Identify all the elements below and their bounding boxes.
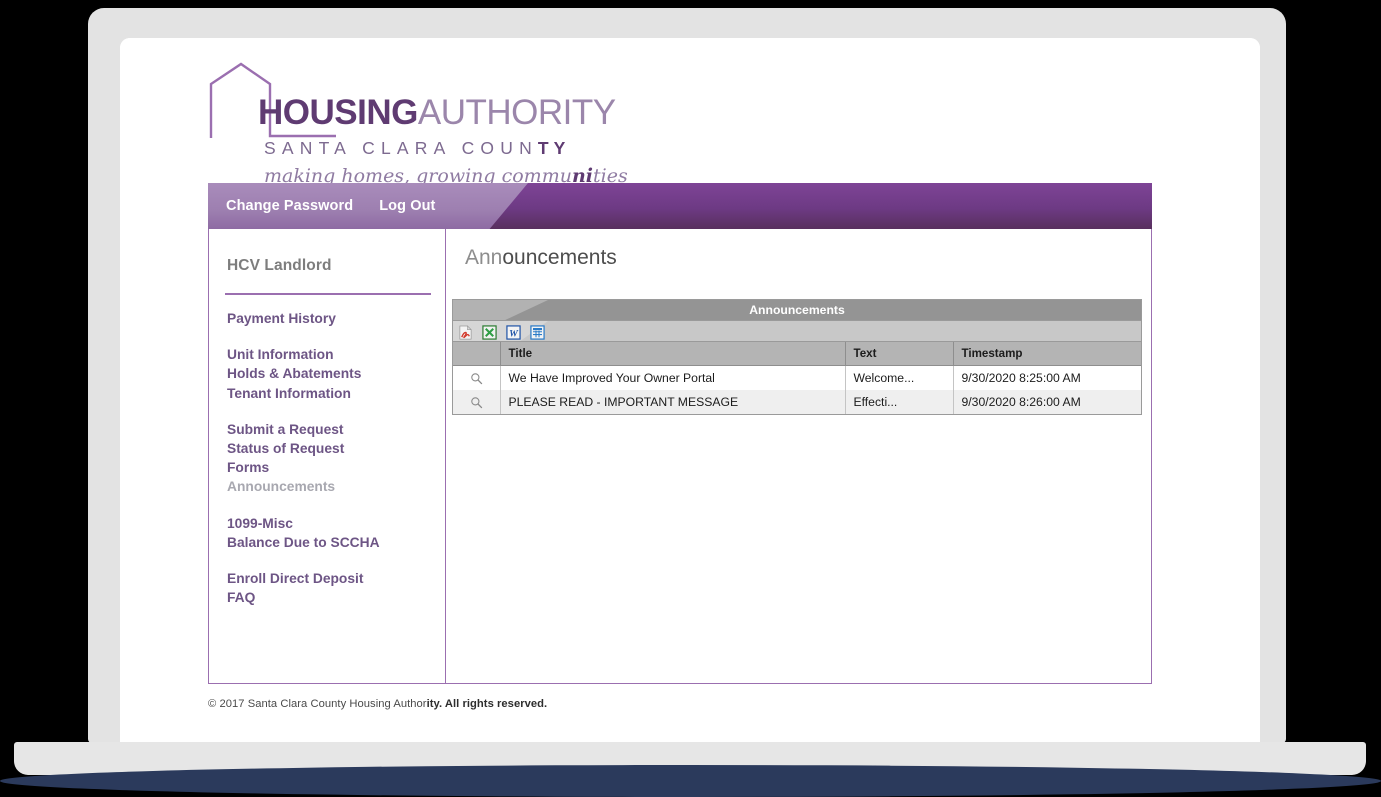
sidebar-item-submit-a-request[interactable]: Submit a Request (227, 420, 437, 439)
sidebar-group-spacer (227, 552, 437, 569)
cell-timestamp: 9/30/2020 8:25:00 AM (953, 365, 1141, 390)
sidebar-divider (225, 293, 431, 295)
export-grid-icon[interactable] (530, 324, 545, 340)
nav-item-log-out[interactable]: Log Out (379, 198, 435, 214)
sidebar-item-faq[interactable]: FAQ (227, 588, 437, 607)
cell-title: PLEASE READ - IMPORTANT MESSAGE (500, 390, 846, 414)
grid-export-toolbar: W (453, 320, 1141, 342)
laptop-frame: HOUSINGAUTHORITY SANTA CLARA COUNTY maki… (88, 8, 1286, 743)
cell-text: Welcome... (845, 365, 954, 390)
site-logo: HOUSINGAUTHORITY SANTA CLARA COUNTY maki… (208, 62, 628, 187)
sidebar-item-forms[interactable]: Forms (227, 458, 437, 477)
export-icon-group: W (453, 321, 1141, 341)
table-row: We Have Improved Your Owner Portal Welco… (453, 365, 1141, 390)
page-title: Announcements (465, 247, 617, 268)
portal-page: HOUSINGAUTHORITY SANTA CLARA COUNTY maki… (120, 38, 1260, 743)
table-header-row: Title Text Timestamp (453, 342, 1141, 366)
search-icon[interactable] (470, 396, 483, 409)
sidebar-item-unit-information[interactable]: Unit Information (227, 345, 437, 364)
cell-text: Effecti... (845, 390, 954, 414)
sidebar-group-spacer (227, 403, 437, 420)
column-header-timestamp[interactable]: Timestamp (953, 342, 1141, 366)
grid-caption-text: Announcements (749, 303, 845, 317)
sidebar-item-enroll-direct-deposit[interactable]: Enroll Direct Deposit (227, 569, 437, 588)
export-pdf-icon[interactable] (458, 324, 473, 340)
logo-word-housing: HOUSING (258, 93, 418, 132)
sidebar-item-1099-misc[interactable]: 1099-Misc (227, 514, 437, 533)
search-icon[interactable] (470, 372, 483, 385)
footer-copyright: © 2017 Santa Clara County Housing Author… (208, 698, 547, 710)
sidebar-item-announcements[interactable]: Announcements (227, 477, 437, 496)
page-title-suffix: ouncements (502, 246, 617, 269)
content-panel: Announcements Announcements W Title Text… (446, 229, 1152, 684)
laptop-screen: HOUSINGAUTHORITY SANTA CLARA COUNTY maki… (120, 38, 1260, 743)
table-row: PLEASE READ - IMPORTANT MESSAGE Effecti.… (453, 390, 1141, 414)
navbar-links: Change Password Log Out (226, 183, 435, 229)
grid-caption-bar: Announcements (453, 300, 1141, 320)
footer-text-part-1: © 2017 Santa Clara County Housing Author (208, 698, 427, 710)
top-navigation-bar: Change Password Log Out (208, 183, 1152, 229)
sidebar-group-spacer (227, 328, 437, 345)
column-header-action (453, 342, 501, 366)
cell-title: We Have Improved Your Owner Portal (500, 365, 846, 390)
nav-item-change-password[interactable]: Change Password (226, 198, 353, 214)
sidebar-item-payment-history[interactable]: Payment History (227, 309, 437, 328)
svg-text:W: W (509, 328, 519, 339)
sidebar: HCV Landlord Payment History Unit Inform… (208, 229, 446, 684)
sidebar-item-tenant-information[interactable]: Tenant Information (227, 384, 437, 403)
sidebar-item-balance-due-to-sccha[interactable]: Balance Due to SCCHA (227, 533, 437, 552)
column-header-text[interactable]: Text (845, 342, 954, 366)
row-action-cell (453, 390, 501, 414)
sidebar-item-holds-abatements[interactable]: Holds & Abatements (227, 364, 437, 383)
footer-text-part-2: ity. All rights reserved. (426, 698, 548, 710)
logo-county-line: SANTA CLARA COUNTY (264, 138, 570, 159)
export-excel-icon[interactable] (482, 324, 497, 340)
laptop-shadow (0, 765, 1381, 797)
logo-county-text-bold: TY (537, 138, 571, 158)
logo-word-authority: AUTHORITY (417, 93, 616, 132)
export-word-icon[interactable]: W (506, 324, 521, 340)
sidebar-menu: Payment History Unit Information Holds &… (227, 309, 437, 607)
logo-county-text: SANTA CLARA COUN (264, 138, 538, 158)
logo-wordmark: HOUSINGAUTHORITY (258, 95, 616, 130)
announcements-grid: Announcements W Title Text Timestamp We … (452, 299, 1142, 415)
page-title-prefix: Ann (465, 246, 503, 269)
sidebar-item-status-of-request[interactable]: Status of Request (227, 439, 437, 458)
column-header-title[interactable]: Title (500, 342, 846, 366)
sidebar-group-spacer (227, 497, 437, 514)
announcements-table: Title Text Timestamp We Have Improved Yo… (453, 342, 1141, 414)
cell-timestamp: 9/30/2020 8:26:00 AM (953, 390, 1141, 414)
sidebar-title: HCV Landlord (227, 257, 332, 274)
row-action-cell (453, 365, 501, 390)
